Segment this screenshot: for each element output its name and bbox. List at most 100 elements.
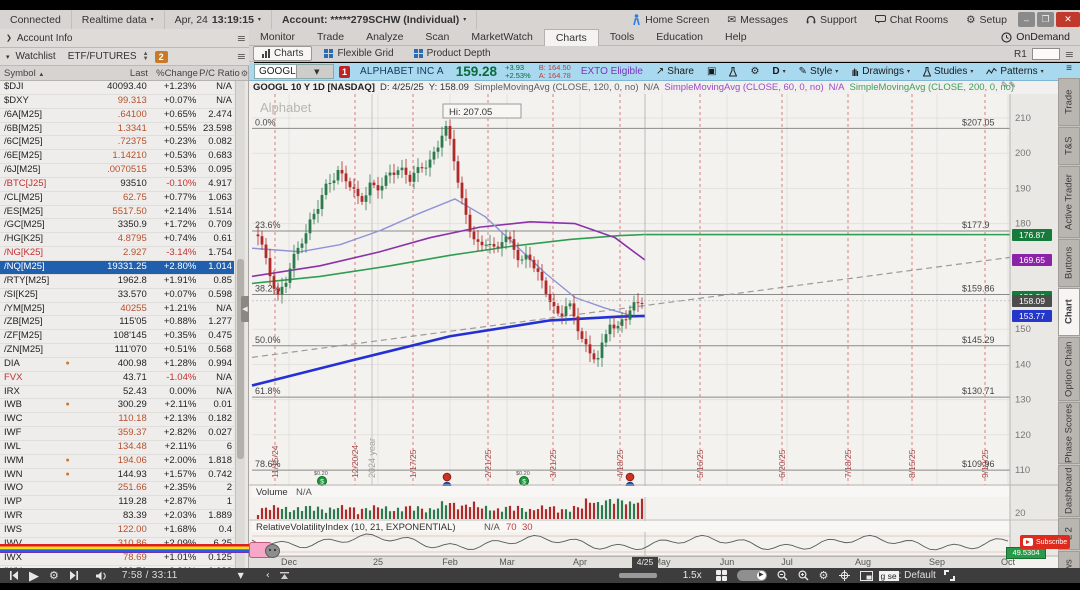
account-info-header[interactable]: ❯ Account Info ≡: [0, 29, 254, 48]
sort-spinner-icon[interactable]: ▲ ▼: [143, 51, 149, 62]
studies-button[interactable]: Studies ▾: [923, 66, 973, 77]
zoom-out-icon[interactable]: [777, 570, 788, 581]
minimize-button[interactable]: –: [1018, 12, 1035, 27]
watchlist-row[interactable]: IWM ● 194.06 +2.00% 1.818: [0, 455, 234, 469]
watchlist-name[interactable]: ETF/FUTURES: [68, 51, 137, 62]
menu-item[interactable]: Help: [714, 29, 758, 45]
gadget-tab[interactable]: Phase Scores: [1058, 402, 1080, 464]
watchlist-row[interactable]: /HG[K25] 4.8795 +0.74% 0.61: [0, 233, 234, 248]
layout-menu-icon[interactable]: ≡: [1065, 48, 1074, 61]
watchlist-row[interactable]: /GC[M25] 3350.9 +1.72% 0.709: [0, 219, 234, 234]
gadget-tab[interactable]: Dashboard: [1058, 465, 1080, 517]
pip-icon[interactable]: [859, 570, 873, 581]
chart-settings-gear-icon[interactable]: ⚙: [750, 66, 759, 77]
menu-item[interactable]: Scan: [414, 29, 460, 45]
zoom-in-icon[interactable]: [798, 570, 809, 581]
gadget-tab[interactable]: Buttons: [1058, 239, 1080, 287]
scrollbar-thumb[interactable]: [237, 259, 244, 459]
watchlist-row[interactable]: IWF 359.37 +2.82% 0.027: [0, 427, 234, 441]
chat-rooms-button[interactable]: Chat Rooms: [866, 10, 957, 29]
volume-icon[interactable]: [95, 571, 108, 581]
watchlist-scrollbar[interactable]: [235, 81, 245, 583]
realtime-data-menu[interactable]: Realtime data ▾: [72, 10, 165, 29]
quick-study-icon[interactable]: [729, 66, 738, 77]
scroll-to-latest-icon[interactable]: [279, 571, 289, 580]
watchlist-row[interactable]: IWX 78.69 +1.01% 0.125: [0, 552, 234, 566]
menu-item[interactable]: Tools: [599, 29, 646, 45]
fullscreen-icon[interactable]: [943, 570, 955, 581]
menu-item[interactable]: Education: [645, 29, 714, 45]
r1-input[interactable]: [1031, 48, 1060, 60]
tools-gear-icon[interactable]: ⚙: [819, 569, 829, 582]
chart-area[interactable]: 210 200 190 180 150 140 130 120 110 20 2024 year 11…: [249, 94, 1058, 569]
video-progress-rainbow[interactable]: [0, 544, 252, 553]
drawing-set-fragment[interactable]: g se: [878, 570, 899, 581]
chart-hscrollbar[interactable]: [618, 573, 657, 578]
gadget-tab[interactable]: Active Trader: [1058, 166, 1080, 238]
col-symbol[interactable]: Symbol ▲: [0, 68, 60, 79]
watchlist-row[interactable]: /ZB[M25] 115'05 +0.88% 1.277: [0, 316, 234, 331]
watchlist-row[interactable]: IWB ● 300.29 +2.11% 0.01: [0, 399, 234, 414]
watchlist-row[interactable]: IWR 83.39 +2.03% 1.889: [0, 510, 234, 524]
alert-flag-badge[interactable]: 1: [339, 65, 350, 78]
timeframe-button[interactable]: D ▾: [772, 66, 785, 77]
watchlist-row[interactable]: /YM[M25] 40255 +1.21% N/A: [0, 303, 234, 317]
watchlist-row[interactable]: /CL[M25] 62.75 +0.77% 1.063: [0, 192, 234, 206]
prev-frame-button[interactable]: [10, 571, 19, 580]
grid-layout-icon[interactable]: [715, 570, 727, 581]
col-last[interactable]: Last: [60, 68, 148, 79]
menu-item[interactable]: Monitor: [249, 29, 306, 45]
watchlist-row[interactable]: IWL 134.48 +2.11% 6: [0, 441, 234, 455]
watchlist-row[interactable]: $DJI 40093.40 +1.23% N/A: [0, 81, 234, 95]
gadget-menu-icon[interactable]: ≡: [1058, 63, 1080, 77]
watchlist-row[interactable]: IWP 119.28 +2.87% 1: [0, 496, 234, 511]
style-button[interactable]: ✎ Style ▾: [799, 66, 839, 77]
menu-item[interactable]: MarketWatch: [460, 29, 543, 45]
tab-product-depth[interactable]: Product Depth: [406, 47, 499, 60]
next-frame-button[interactable]: [69, 571, 78, 580]
watchlist-row[interactable]: /ES[M25] 5517.50 +2.14% 1.514: [0, 206, 234, 220]
setup-button[interactable]: ⚙ Setup: [957, 10, 1016, 29]
watchlist-row[interactable]: /6C[M25] .72375 +0.23% 0.082: [0, 136, 234, 151]
gadget-tab[interactable]: T&S: [1058, 127, 1080, 165]
watchlist-row[interactable]: IWN ● 144.93 +1.57% 0.742: [0, 469, 234, 483]
watchlist-row[interactable]: DIA ● 400.98 +1.28% 0.994: [0, 358, 234, 372]
watchlist-row[interactable]: /ZF[M25] 108'145 +0.35% 0.475: [0, 330, 234, 345]
gadget-tab[interactable]: Trade: [1058, 78, 1080, 126]
watchlist-menu-icon[interactable]: ≡: [237, 50, 246, 63]
watchlist-row[interactable]: /6E[M25] 1.14210 +0.53% 0.683: [0, 150, 234, 165]
watchlist-row[interactable]: /NG[K25] 2.927 -3.14% 1.754: [0, 247, 234, 261]
messages-button[interactable]: ✉ Messages: [718, 10, 797, 29]
watchlist-header[interactable]: ▾ Watchlist ETF/FUTURES ▲ ▼ 2 ≡: [0, 48, 254, 66]
crosshair-target-icon[interactable]: [838, 570, 850, 581]
watchlist-row[interactable]: /ZN[M25] 111'070 +0.51% 0.568: [0, 344, 234, 358]
autoplay-toggle[interactable]: ▶: [736, 570, 767, 581]
watchlist-row[interactable]: IWS 122.00 +1.68% 0.4: [0, 524, 234, 538]
watchlist-row[interactable]: /BTC[J25] 93510 -0.10% 4.917: [0, 178, 234, 192]
corporate-actions-icon[interactable]: ▣: [707, 66, 716, 77]
gadget-tab[interactable]: Chart: [1058, 288, 1080, 336]
symbol-dropdown-icon[interactable]: ▼: [295, 65, 333, 78]
watchlist-row[interactable]: $DXY 99.313 +0.07% N/A: [0, 95, 234, 109]
watchlist-row[interactable]: /SI[K25] 33.570 +0.07% 0.598: [0, 289, 234, 303]
watchlist-row[interactable]: IWC 110.18 +2.13% 0.182: [0, 413, 234, 428]
player-settings-gear-icon[interactable]: ⚙: [49, 569, 59, 582]
symbol-input[interactable]: GOOGL ▼: [254, 64, 334, 79]
col-ratio[interactable]: P/C Ratio: [198, 68, 240, 79]
gadget-tab[interactable]: Option Chain: [1058, 337, 1080, 401]
chart-edit-icons[interactable]: ✎✎: [1001, 81, 1016, 91]
panel-collapse-handle[interactable]: ◀: [241, 296, 249, 322]
menu-item[interactable]: Analyze: [355, 29, 414, 45]
watchlist-row[interactable]: /RTY[M25] 1962.8 +1.91% 0.85: [0, 275, 234, 289]
home-screen-button[interactable]: Home Screen: [623, 10, 718, 29]
account-selector[interactable]: Account: *****279SCHW (Individual) ▾: [272, 10, 478, 29]
columns-gear-icon[interactable]: ⚙: [241, 69, 248, 78]
watchlist-row[interactable]: /NQ[M25] 19331.25 +2.80% 1.014: [0, 260, 234, 275]
col-change[interactable]: %Change: [148, 68, 198, 79]
watchlist-row[interactable]: /6A[M25] .64100 +0.65% 2.474: [0, 109, 234, 123]
playback-speed[interactable]: 1.5x: [683, 570, 702, 581]
tab-charts[interactable]: Charts: [253, 46, 313, 61]
watchlist-row[interactable]: /6B[M25] 1.3341 +0.55% 23.598: [0, 123, 234, 137]
price-chart-canvas[interactable]: 210200190180150140130120110202024 year11…: [249, 94, 1058, 568]
watchlist-row[interactable]: FVX 43.71 -1.04% N/A: [0, 372, 234, 386]
